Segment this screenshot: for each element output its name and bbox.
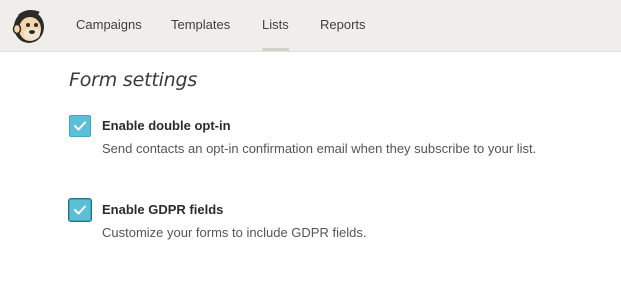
double-opt-in-description: Send contacts an opt-in confirmation ema… xyxy=(102,141,537,156)
gdpr-fields-label[interactable]: Enable GDPR fields xyxy=(102,202,223,217)
top-navigation-bar: Campaigns Templates Lists Reports xyxy=(0,0,621,52)
gdpr-fields-checkbox[interactable] xyxy=(69,199,91,221)
check-icon xyxy=(74,121,86,131)
nav-item-templates[interactable]: Templates xyxy=(171,0,230,51)
mailchimp-logo-icon[interactable] xyxy=(11,7,47,45)
nav-item-label: Reports xyxy=(320,17,366,32)
gdpr-fields-description: Customize your forms to include GDPR fie… xyxy=(102,225,367,240)
nav-item-lists[interactable]: Lists xyxy=(262,0,289,51)
double-opt-in-checkbox[interactable] xyxy=(69,115,91,137)
nav-item-campaigns[interactable]: Campaigns xyxy=(76,0,142,51)
nav-item-label: Campaigns xyxy=(76,17,142,32)
nav-item-reports[interactable]: Reports xyxy=(320,0,366,51)
check-icon xyxy=(74,205,86,215)
nav-item-label: Lists xyxy=(262,17,289,32)
section-title: Form settings xyxy=(69,69,198,91)
double-opt-in-label[interactable]: Enable double opt-in xyxy=(102,118,231,133)
nav-item-label: Templates xyxy=(171,17,231,32)
active-tab-indicator xyxy=(262,48,289,51)
